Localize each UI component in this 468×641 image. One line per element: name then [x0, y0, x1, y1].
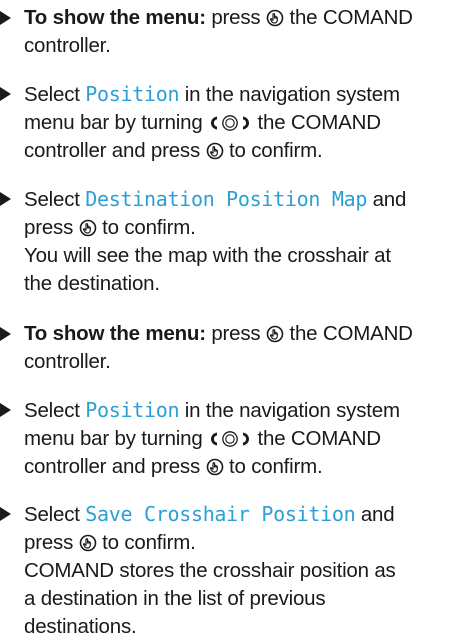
step-1-text: To show the menu: press the COMAND contr…	[24, 4, 468, 60]
step-3-line-4: the destination.	[24, 272, 160, 295]
step-3-text: Select Destination Position Map and pres…	[24, 185, 468, 298]
step-4-lead: To show the menu:	[24, 322, 206, 345]
press-controller-icon	[79, 219, 97, 237]
bullet-triangle-icon	[0, 11, 11, 25]
step-6-line-3: COMAND stores the crosshair position as	[24, 559, 396, 582]
ui-term-position: Position	[85, 398, 180, 422]
step-5-line-2: menu bar by turning the COMAND	[24, 427, 381, 450]
bullet-triangle-icon	[0, 403, 11, 417]
step-6-line-1: Select Save Crosshair Position and	[24, 502, 395, 526]
step-4-line-1: To show the menu: press the COMAND	[24, 322, 413, 345]
step-5-text: Select Position in the navigation system…	[24, 396, 468, 481]
step-6-line-2: press to confirm.	[24, 531, 196, 554]
step-6-line-4: a destination in the list of previous	[24, 587, 326, 610]
step-1-line-1: To show the menu: press the COMAND	[24, 6, 413, 29]
press-controller-icon	[206, 458, 224, 476]
ui-term-destination-position-map: Destination Position Map	[85, 187, 368, 211]
step-2-line-1: Select Position in the navigation system	[24, 82, 400, 106]
step-6-line-5: destinations.	[24, 615, 137, 638]
step-3-line-2: press to confirm.	[24, 216, 196, 239]
bullet-triangle-icon	[0, 87, 11, 101]
press-controller-icon	[206, 142, 224, 160]
step-1-lead: To show the menu:	[24, 6, 206, 29]
step-2-text: Select Position in the navigation system…	[24, 80, 468, 165]
press-controller-icon	[266, 9, 284, 27]
press-controller-icon	[79, 534, 97, 552]
ui-term-position: Position	[85, 82, 180, 106]
step-4-text: To show the menu: press the COMAND contr…	[24, 320, 468, 376]
press-controller-icon	[266, 325, 284, 343]
step-1-line-2: controller.	[24, 34, 111, 57]
step-5-line-3: controller and press to confirm.	[24, 455, 323, 478]
bullet-triangle-icon	[0, 507, 11, 521]
turn-controller-icon	[208, 430, 252, 448]
step-6-text: Select Save Crosshair Position and press…	[24, 500, 468, 641]
turn-controller-icon	[208, 114, 252, 132]
step-4-line-2: controller.	[24, 350, 111, 373]
bullet-triangle-icon	[0, 192, 11, 206]
step-2-line-2: menu bar by turning the COMAND	[24, 111, 381, 134]
bullet-triangle-icon	[0, 327, 11, 341]
step-3-line-3: You will see the map with the crosshair …	[24, 244, 391, 267]
ui-term-save-crosshair-position: Save Crosshair Position	[85, 502, 356, 526]
step-5-line-1: Select Position in the navigation system	[24, 398, 400, 422]
instruction-page: To show the menu: press the COMAND contr…	[0, 0, 468, 641]
step-2-line-3: controller and press to confirm.	[24, 139, 323, 162]
step-3-line-1: Select Destination Position Map and	[24, 187, 407, 211]
